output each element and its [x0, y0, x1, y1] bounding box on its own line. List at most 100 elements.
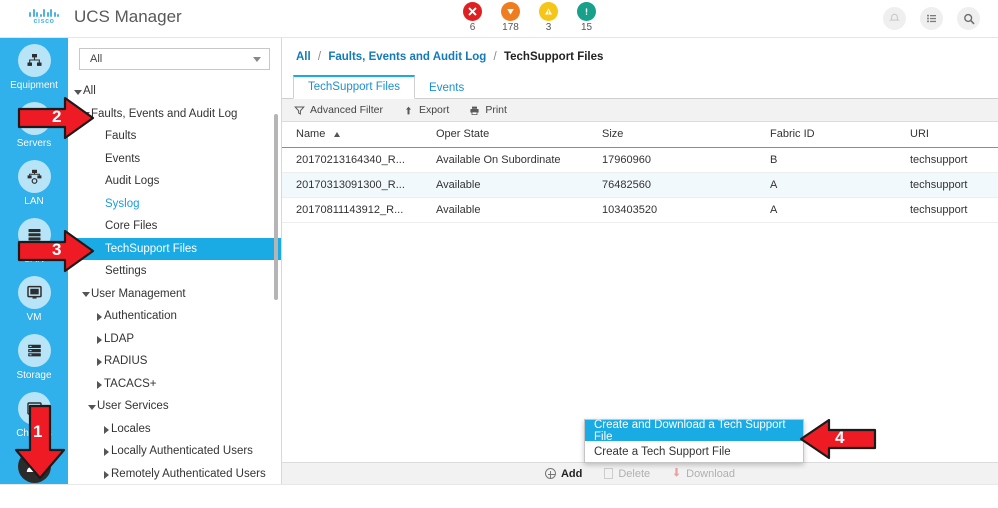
delete-label: Delete — [618, 467, 651, 480]
twisty-right-icon[interactable] — [95, 350, 104, 372]
tree-node-tacacs[interactable]: TACACS+ — [68, 373, 281, 396]
delete-button: Delete — [604, 468, 650, 480]
column-header-fabric-id[interactable]: Fabric ID — [756, 122, 896, 148]
print-button[interactable]: Print — [469, 104, 507, 116]
tree-node-label: Settings — [105, 265, 147, 278]
tab-events[interactable]: Events — [415, 78, 478, 99]
sidebar-item-equipment[interactable]: Equipment — [0, 38, 68, 96]
breadcrumb-item-all[interactable]: All — [296, 51, 311, 63]
tree-node-faults[interactable]: Faults — [68, 125, 281, 148]
table-row[interactable]: 20170811143912_R... Available 103403520 … — [282, 197, 998, 223]
tree-node-locally-authenticated-users[interactable]: Locally Authenticated Users — [68, 440, 281, 463]
tree-node-all[interactable]: All — [68, 80, 281, 103]
tree-node-settings[interactable]: Settings — [68, 260, 281, 283]
cell-name: 20170811143912_R... — [282, 197, 422, 223]
breadcrumb-item-faults[interactable]: Faults, Events and Audit Log — [328, 51, 486, 63]
export-label: Export — [418, 104, 450, 116]
vm-monitor-icon — [17, 275, 51, 309]
tree-node-label: Events — [105, 152, 141, 165]
tree-node-user-services[interactable]: User Services — [68, 395, 281, 418]
status-warning-count: 15 — [580, 22, 593, 33]
cell-oper-state: Available On Subordinate — [422, 147, 588, 173]
tree-scope-filter[interactable]: All — [79, 48, 270, 70]
tree-node-audit-logs[interactable]: Audit Logs — [68, 170, 281, 193]
cell-fabric-id: A — [756, 197, 896, 223]
download-icon — [672, 467, 681, 481]
window-bottom-strip — [0, 484, 998, 506]
create-tech-support-file-item[interactable]: Create a Tech Support File — [585, 441, 803, 462]
list-menu-icon[interactable] — [920, 7, 943, 30]
annotation-number-3: 3 — [52, 240, 62, 259]
tree-node-label: User Management — [91, 287, 186, 300]
download-button: Download — [672, 467, 735, 481]
tree-node-syslog[interactable]: Syslog — [68, 193, 281, 216]
tree-node-faults-events-audit-log[interactable]: Faults, Events and Audit Log — [68, 103, 281, 126]
circle-exclamation-icon — [577, 2, 596, 21]
twisty-right-icon[interactable] — [95, 373, 104, 395]
tree-node-locales[interactable]: Locales — [68, 418, 281, 441]
tree-node-events[interactable]: Events — [68, 148, 281, 171]
tree-node-label: Remotely Authenticated Users — [111, 467, 266, 480]
grid-action-bar: Add Delete Download — [282, 462, 998, 484]
column-header-size[interactable]: Size — [588, 122, 756, 148]
annotation-arrow-4: 4 — [799, 418, 877, 460]
status-warning[interactable]: 15 — [572, 2, 601, 33]
tree-node-label: TechSupport Files — [105, 242, 198, 255]
cell-name: 20170213164340_R... — [282, 147, 422, 173]
tree-node-authentication[interactable]: Authentication — [68, 305, 281, 328]
tree-node-label: Locally Authenticated Users — [111, 445, 253, 458]
twisty-right-icon[interactable] — [95, 305, 104, 327]
tree-node-user-management[interactable]: User Management — [68, 283, 281, 306]
status-critical[interactable]: 6 — [458, 2, 487, 33]
lan-icon — [17, 159, 51, 193]
top-right-icon-group — [883, 7, 980, 30]
table-row[interactable]: 20170213164340_R... Available On Subordi… — [282, 147, 998, 173]
advanced-filter-button[interactable]: Advanced Filter — [294, 104, 383, 116]
add-button[interactable]: Add — [544, 467, 583, 480]
tree-node-radius[interactable]: RADIUS — [68, 350, 281, 373]
column-header-oper-state[interactable]: Oper State — [422, 122, 588, 148]
sidebar-item-vm[interactable]: VM — [0, 270, 68, 328]
status-minor[interactable]: 3 — [534, 2, 563, 33]
circle-warning-icon — [539, 2, 558, 21]
table-row[interactable]: 20170313091300_R... Available 76482560 A… — [282, 172, 998, 198]
annotation-arrow-3: 3 — [17, 229, 95, 273]
navigation-tree-pane: All All Faults, Events and Audit Log Fau… — [68, 38, 282, 506]
sidebar-item-lan[interactable]: LAN — [0, 154, 68, 212]
chevron-down-icon — [253, 57, 261, 62]
sidebar-label-vm: VM — [26, 311, 42, 323]
tree-node-remotely-authenticated-users[interactable]: Remotely Authenticated Users — [68, 463, 281, 486]
grid-toolbar: Advanced Filter Export Print — [282, 99, 998, 122]
app-title: UCS Manager — [74, 7, 182, 26]
cell-name: 20170313091300_R... — [282, 172, 422, 198]
trash-icon — [604, 468, 614, 479]
create-and-download-tech-support-file-item[interactable]: Create and Download a Tech Support File — [585, 419, 803, 443]
twisty-right-icon[interactable] — [102, 440, 111, 462]
top-bar: cisco UCS Manager 6 178 3 15 — [0, 0, 998, 38]
sidebar-item-storage[interactable]: Storage — [0, 328, 68, 386]
tree-node-label: Authentication — [104, 310, 177, 323]
storage-icon — [17, 333, 51, 367]
tree-node-techsupport-files[interactable]: TechSupport Files — [68, 237, 281, 260]
twisty-right-icon[interactable] — [102, 418, 111, 440]
tree-scope-filter-value: All — [90, 53, 103, 65]
twisty-right-icon[interactable] — [95, 328, 104, 350]
download-label: Download — [686, 467, 736, 480]
tree-node-label: TACACS+ — [104, 377, 157, 390]
status-major[interactable]: 178 — [496, 2, 525, 33]
tree-node-label: LDAP — [104, 332, 135, 345]
export-button[interactable]: Export — [403, 104, 449, 116]
tree-node-ldap[interactable]: LDAP — [68, 328, 281, 351]
twisty-down-icon[interactable] — [82, 283, 91, 305]
column-header-name[interactable]: Name — [282, 122, 422, 148]
alerts-bell-icon[interactable] — [883, 7, 906, 30]
search-icon[interactable] — [957, 7, 980, 30]
twisty-down-icon[interactable] — [88, 395, 97, 417]
tree-scrollbar[interactable] — [274, 114, 278, 300]
add-label: Add — [560, 467, 583, 480]
tab-techsupport-files[interactable]: TechSupport Files — [293, 75, 416, 99]
breadcrumb-separator: / — [317, 51, 322, 63]
column-header-uri[interactable]: URI — [896, 122, 998, 148]
tree-node-core-files[interactable]: Core Files — [68, 215, 281, 238]
twisty-right-icon[interactable] — [102, 463, 111, 485]
